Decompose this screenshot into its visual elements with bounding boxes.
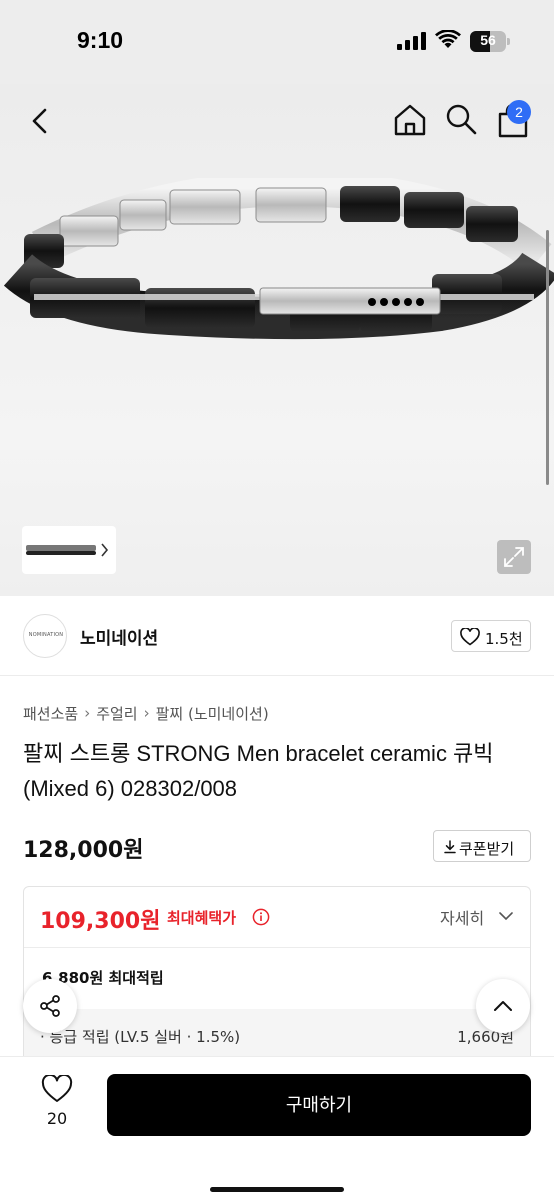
scroll-top-button[interactable] (476, 979, 530, 1033)
benefit-box: 109,300원 최대혜택가 자세히 6,880원 최대적립 · 등급 적립 (… (23, 886, 531, 1066)
chevron-right-icon: › (84, 704, 91, 722)
brand-row: NOMINATION 노미네이션 1.5천 (0, 596, 554, 676)
grade-points-label: · 등급 적립 (LV.5 실버 · 1.5%) (40, 1028, 241, 1046)
product-price: 128,000원 (23, 838, 144, 863)
home-icon[interactable] (392, 102, 428, 138)
share-icon (40, 995, 60, 1017)
info-circle-icon[interactable] (252, 908, 270, 926)
wishlist-button[interactable]: 20 (30, 1075, 84, 1139)
breadcrumb-item[interactable]: 주얼리 (96, 703, 137, 724)
chevron-up-icon (494, 1001, 512, 1011)
product-photo (3, 178, 554, 340)
brand-like-button[interactable]: 1.5천 (451, 620, 531, 652)
bottom-bar: 20 구매하기 (0, 1056, 554, 1200)
status-time: 9:10 (77, 27, 124, 53)
expand-image-button[interactable] (497, 540, 531, 574)
divider (24, 947, 530, 948)
brand-like-count: 1.5천 (485, 630, 523, 648)
wifi-icon (435, 30, 461, 48)
coupon-button[interactable]: 쿠폰받기 (433, 830, 531, 862)
brand-logo-text: NOMINATION (28, 632, 64, 638)
image-thumbnail[interactable] (22, 526, 116, 574)
chevron-left-icon[interactable] (24, 104, 58, 138)
share-button[interactable] (23, 979, 77, 1033)
home-indicator (210, 1187, 344, 1192)
heart-outline-icon (41, 1075, 73, 1102)
download-icon (444, 840, 456, 854)
battery-level: 56 (480, 32, 496, 48)
status-bar: 9:10 56 (0, 0, 554, 84)
thumbnail-photo (26, 543, 109, 557)
wishlist-count: 20 (46, 1109, 68, 1128)
benefit-detail-toggle[interactable]: 자세히 (440, 905, 484, 929)
buy-button[interactable]: 구매하기 (107, 1074, 531, 1136)
breadcrumb-item[interactable]: 팔찌 (노미네이션) (156, 703, 269, 724)
expand-icon (504, 547, 524, 567)
search-icon[interactable] (444, 102, 478, 136)
grade-points-row: · 등급 적립 (LV.5 실버 · 1.5%) 1,660원 (24, 1009, 530, 1061)
breadcrumb: 패션소품 › 주얼리 › 팔찌 (노미네이션) (23, 702, 269, 724)
brand-logo[interactable]: NOMINATION (23, 614, 67, 658)
chevron-right-icon (101, 543, 109, 557)
battery-indicator: 56 (470, 31, 510, 52)
chevron-down-icon[interactable] (498, 911, 514, 921)
cellular-signal-icon (397, 32, 426, 50)
product-title: 팔찌 스트롱 STRONG Men bracelet ceramic 큐빅 (M… (23, 741, 494, 801)
max-benefit-label: 최대혜택가 (167, 909, 237, 927)
chevron-right-icon: › (143, 704, 150, 722)
brand-name[interactable]: 노미네이션 (80, 624, 158, 649)
breadcrumb-item[interactable]: 패션소품 (23, 703, 78, 724)
heart-outline-icon (460, 628, 480, 646)
scroll-indicator (546, 230, 549, 485)
cart-badge: 2 (507, 100, 531, 124)
max-benefit-price: 109,300원 (40, 909, 161, 934)
product-image-gallery[interactable]: 2 (0, 84, 554, 596)
coupon-label: 쿠폰받기 (459, 840, 515, 858)
